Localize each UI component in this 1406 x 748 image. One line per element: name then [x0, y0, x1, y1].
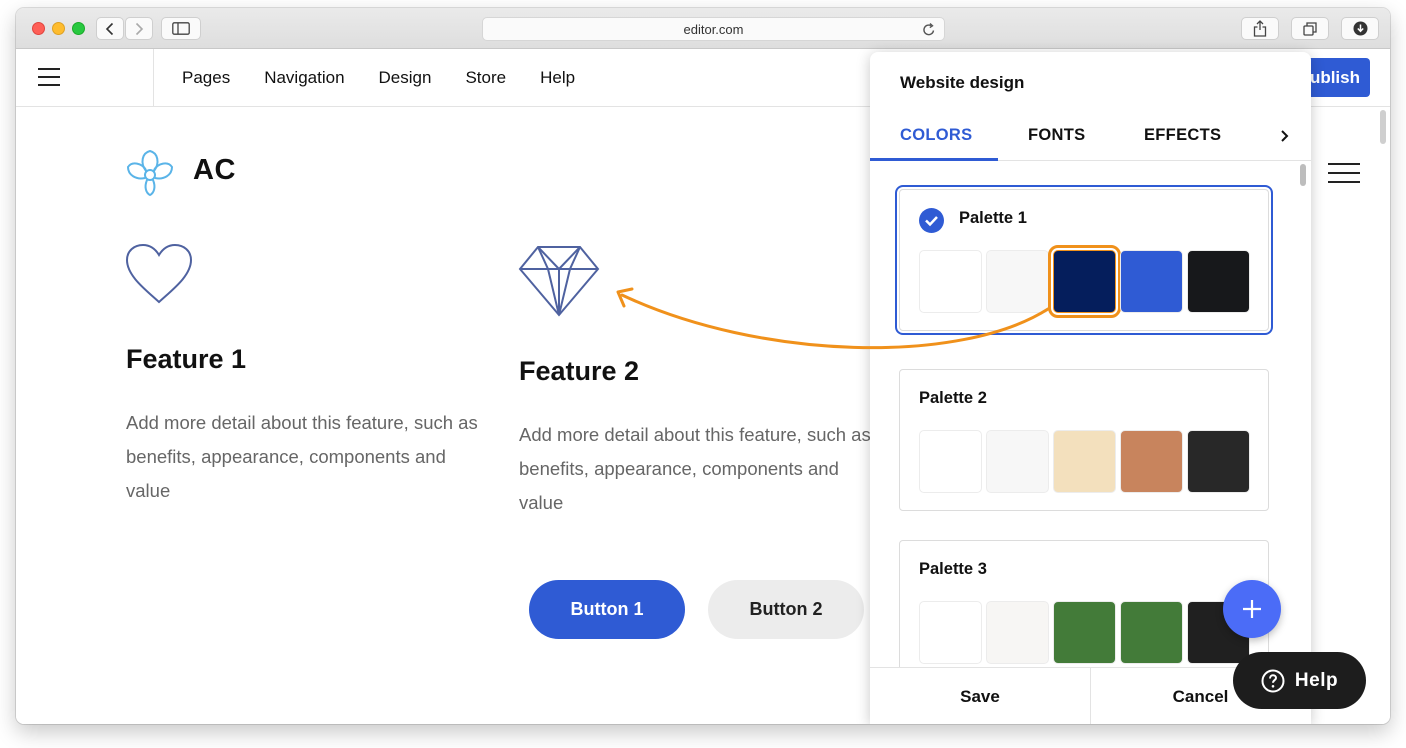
forward-button[interactable]: [125, 17, 153, 40]
address-bar[interactable]: editor.com: [482, 17, 945, 41]
menu-help[interactable]: Help: [540, 68, 575, 88]
chevron-right-icon[interactable]: [1279, 126, 1291, 146]
browser-toolbar: editor.com: [16, 8, 1390, 49]
share-button[interactable]: [1241, 17, 1279, 40]
feature-2-text: Add more detail about this feature, such…: [519, 424, 871, 513]
help-button[interactable]: Help: [1233, 652, 1366, 709]
fan-logo-icon: [126, 149, 174, 197]
reload-icon[interactable]: [922, 22, 936, 37]
tab-colors[interactable]: COLORS: [900, 126, 972, 145]
download-icon: [1353, 21, 1367, 36]
help-label: Help: [1294, 669, 1339, 691]
color-swatch[interactable]: [986, 430, 1049, 493]
menu-pages[interactable]: Pages: [182, 68, 230, 88]
feature-1-title: Feature 1: [126, 344, 247, 374]
minimize-window-button[interactable]: [52, 22, 65, 35]
color-swatch[interactable]: [1187, 430, 1250, 493]
save-button[interactable]: Save: [870, 668, 1090, 724]
site-button-2[interactable]: Button 2: [708, 580, 864, 639]
color-swatch[interactable]: [1120, 250, 1183, 313]
menu-design[interactable]: Design: [379, 68, 432, 88]
diamond-icon: [518, 246, 600, 317]
color-swatch-highlighted[interactable]: [1048, 245, 1121, 318]
color-swatch[interactable]: [986, 250, 1049, 313]
menu-navigation[interactable]: Navigation: [264, 68, 344, 88]
editor-menu: Pages Navigation Design Store Help: [182, 49, 575, 107]
zoom-window-button[interactable]: [72, 22, 85, 35]
selected-check-icon: [919, 208, 944, 233]
color-swatch[interactable]: [1053, 601, 1116, 664]
menu-store[interactable]: Store: [465, 68, 506, 88]
color-swatch[interactable]: [1120, 430, 1183, 493]
panel-title: Website design: [900, 73, 1025, 92]
palette-name: Palette 3: [919, 560, 987, 578]
tab-fonts[interactable]: FONTS: [1028, 126, 1085, 145]
palette-card-3[interactable]: Palette 3: [899, 540, 1269, 667]
add-button[interactable]: [1223, 580, 1281, 638]
question-circle-icon: [1261, 669, 1285, 692]
chevron-left-icon: [105, 22, 114, 35]
color-swatch[interactable]: [919, 601, 982, 664]
tab-effects[interactable]: EFFECTS: [1144, 126, 1221, 145]
feature-2-title: Feature 2: [519, 356, 640, 386]
active-tab-indicator: [870, 158, 998, 161]
color-swatch[interactable]: [919, 430, 982, 493]
palette-name: Palette 1: [959, 209, 1027, 227]
sidebar-icon: [172, 22, 190, 35]
tabs-icon: [1303, 21, 1317, 36]
panel-scrollbar[interactable]: [1300, 164, 1306, 186]
color-swatch[interactable]: [1053, 430, 1116, 493]
chevron-right-icon: [135, 22, 144, 35]
site-button-1[interactable]: Button 1: [529, 580, 685, 639]
close-window-button[interactable]: [32, 22, 45, 35]
share-icon: [1253, 20, 1267, 37]
browser-window: editor.com Pages Navigation Design Store…: [16, 8, 1390, 724]
topbar-divider: [153, 49, 154, 107]
feature-1-text: Add more detail about this feature, such…: [126, 412, 478, 501]
palette-card-2[interactable]: Palette 2: [899, 369, 1269, 511]
palette-name: Palette 2: [919, 389, 987, 407]
heart-icon: [125, 243, 193, 304]
downloads-button[interactable]: [1341, 17, 1379, 40]
site-logo-text: AC: [193, 154, 236, 186]
main-menu-icon[interactable]: [38, 68, 60, 86]
design-tabs: COLORS FONTS EFFECTS: [870, 118, 1311, 161]
url-text: editor.com: [683, 21, 744, 37]
sidebar-toggle-button[interactable]: [161, 17, 201, 40]
color-swatch[interactable]: [919, 250, 982, 313]
site-menu-icon[interactable]: [1328, 163, 1360, 183]
tabs-overview-button[interactable]: [1291, 17, 1329, 40]
page-scrollbar[interactable]: [1380, 110, 1386, 144]
color-swatch[interactable]: [986, 601, 1049, 664]
color-swatch[interactable]: [1187, 250, 1250, 313]
color-swatch[interactable]: [1120, 601, 1183, 664]
palette-card-1[interactable]: Palette 1: [899, 189, 1269, 331]
plus-icon: [1243, 600, 1261, 618]
back-button[interactable]: [96, 17, 124, 40]
